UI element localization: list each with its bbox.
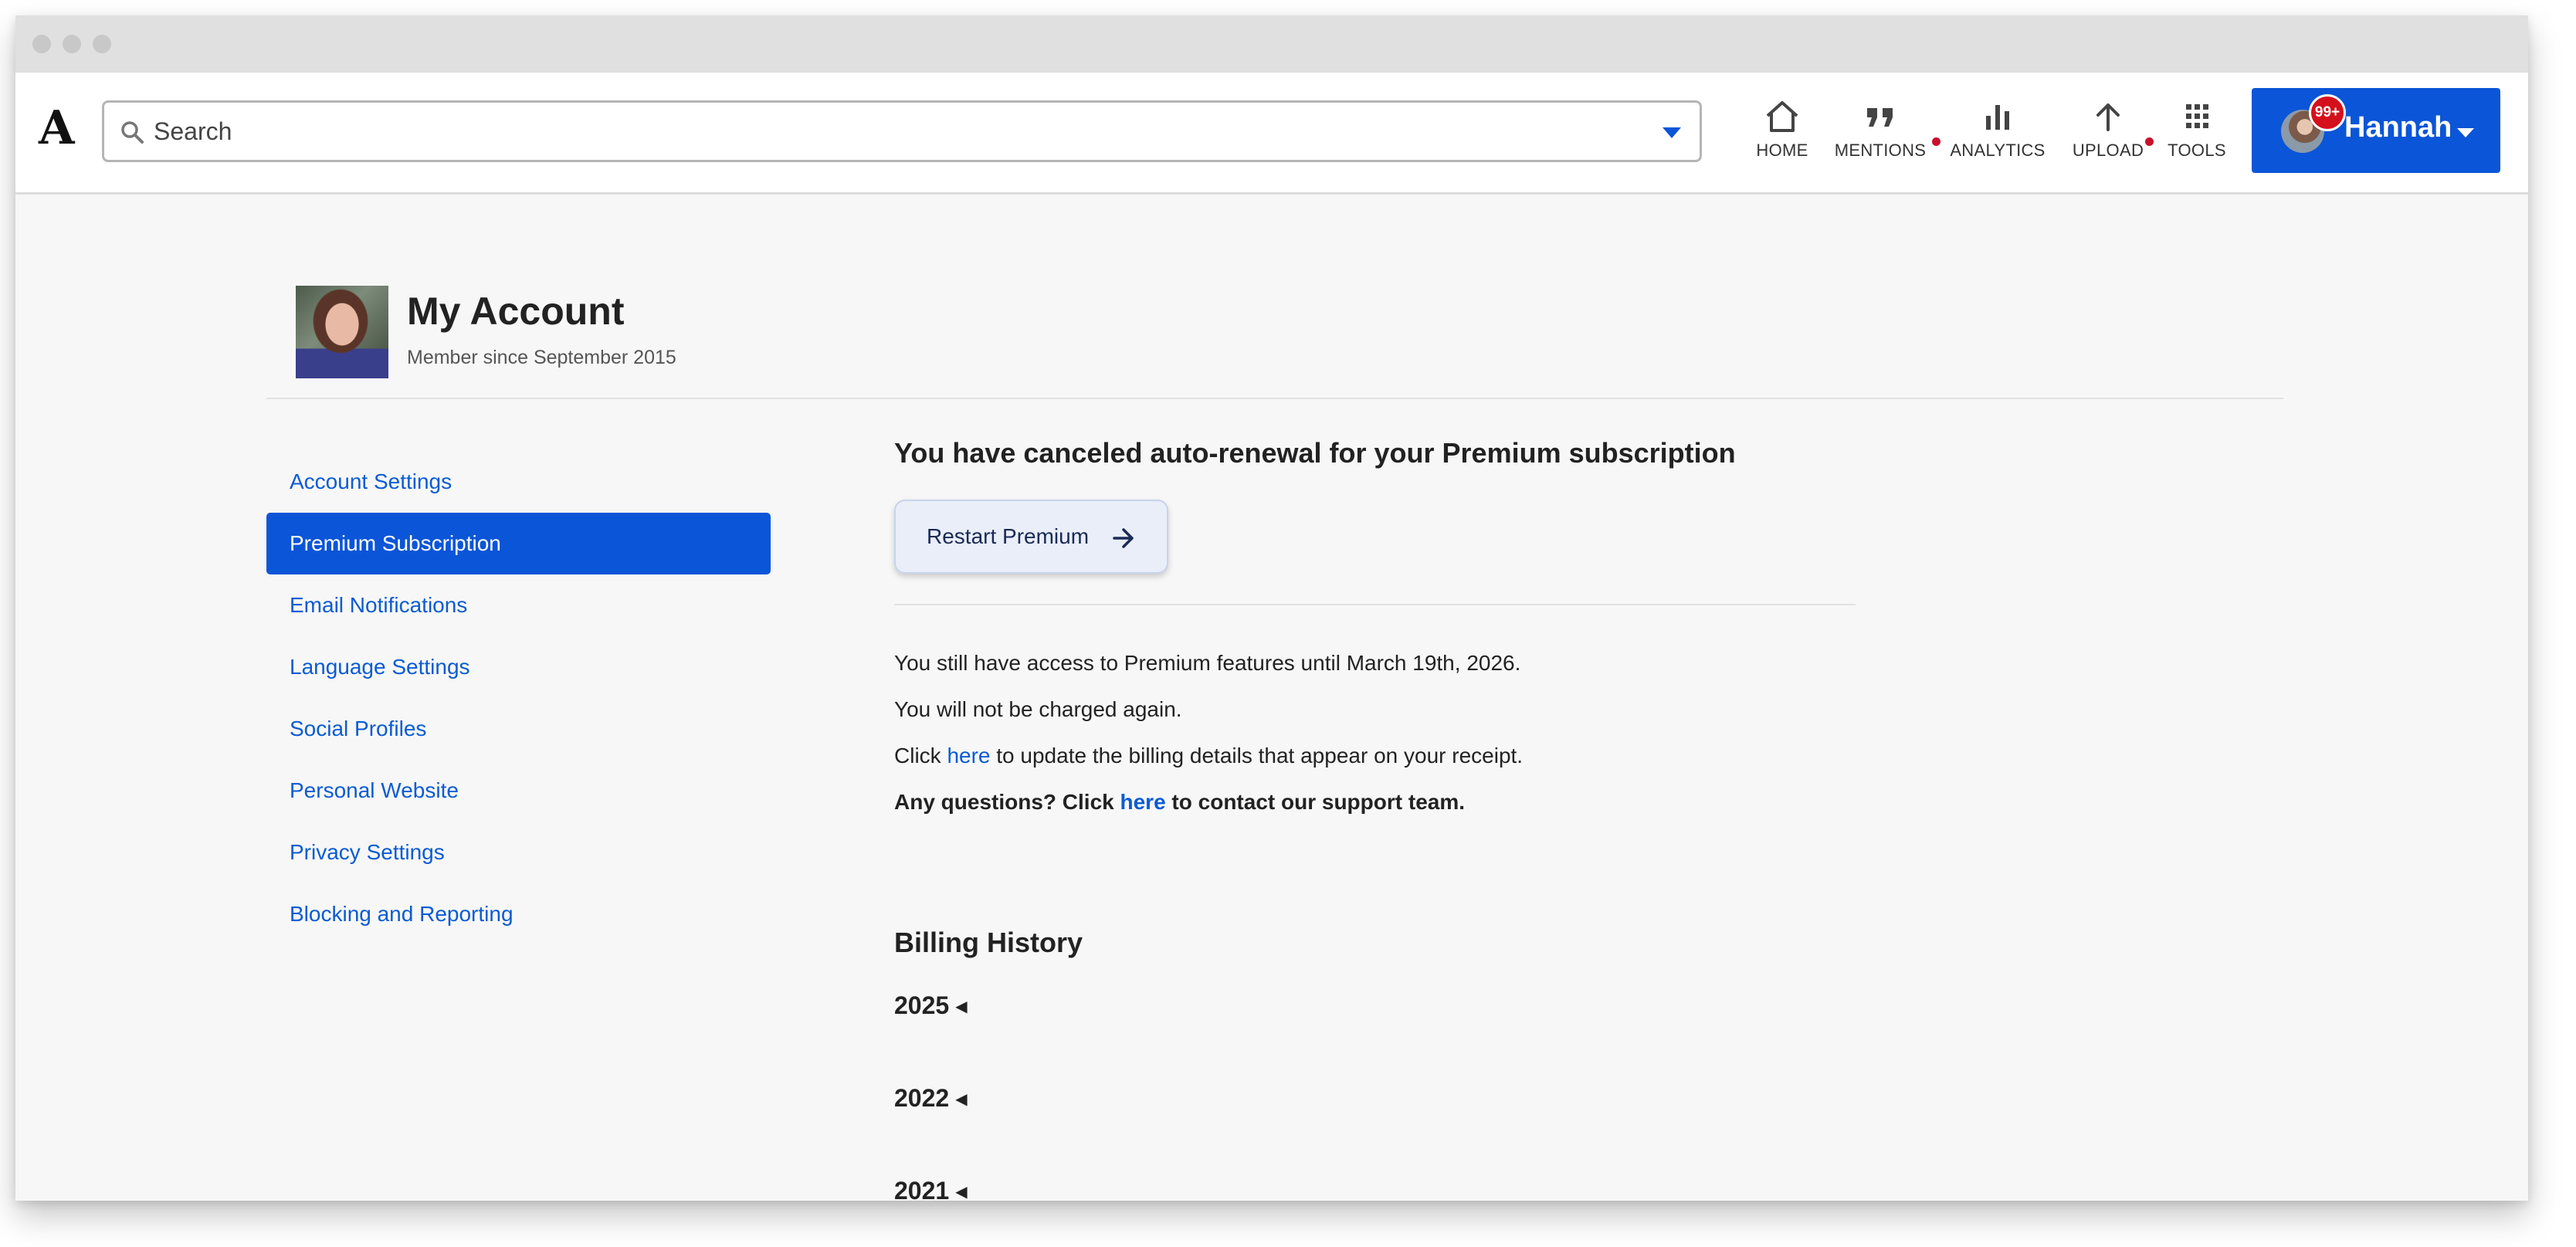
billing-year-label: 2021 xyxy=(894,1177,950,1201)
upload-notification-dot xyxy=(2145,137,2154,146)
member-since-text: Member since September 2015 xyxy=(407,347,676,368)
nav-tools-label: TOOLS xyxy=(2168,141,2226,160)
chevron-down-icon xyxy=(2457,128,2474,137)
nav-analytics[interactable]: ANALYTICS xyxy=(1940,99,2055,170)
expand-toggle-icon: ◀ xyxy=(955,1184,968,1201)
support-line: Any questions? Click here to contact our… xyxy=(894,790,1465,815)
user-name: Hannah xyxy=(2344,111,2452,144)
restart-premium-button[interactable]: Restart Premium xyxy=(894,500,1168,574)
billing-history-title: Billing History xyxy=(894,927,1083,958)
user-menu-button[interactable]: 99+ Hannah xyxy=(2252,88,2500,173)
support-line-prefix: Any questions? Click xyxy=(894,790,1120,814)
billing-details-line: Click here to update the billing details… xyxy=(894,744,1523,768)
window-maximize-dot[interactable] xyxy=(93,35,111,53)
billing-year-label: 2022 xyxy=(894,1084,950,1112)
arrow-up-icon xyxy=(2096,103,2120,131)
profile-photo xyxy=(296,286,388,378)
restart-premium-label: Restart Premium xyxy=(927,524,1090,548)
page-title: My Account xyxy=(407,290,625,333)
browser-window: A HOME MENTIONS xyxy=(15,15,2528,1201)
cancellation-heading: You have canceled auto-renewal for your … xyxy=(894,437,1736,469)
divider xyxy=(894,604,1856,605)
arrow-right-icon xyxy=(1113,528,1134,548)
expand-toggle-icon: ◀ xyxy=(955,1091,968,1108)
sidebar-item-personal-website[interactable]: Personal Website xyxy=(266,760,771,822)
home-icon xyxy=(1766,101,1798,132)
billing-details-link[interactable]: here xyxy=(947,744,990,768)
sidebar-item-blocking-and-reporting[interactable]: Blocking and Reporting xyxy=(266,883,771,945)
top-header: A HOME MENTIONS xyxy=(15,73,2528,195)
bar-chart-icon xyxy=(1986,105,2009,130)
sidebar-item-social-profiles[interactable]: Social Profiles xyxy=(266,698,771,760)
sidebar-item-account-settings[interactable]: Account Settings xyxy=(266,451,771,513)
notification-badge: 99+ xyxy=(2309,94,2346,131)
window-minimize-dot[interactable] xyxy=(63,35,81,53)
billing-year-label: 2025 xyxy=(894,991,950,1019)
quote-icon xyxy=(1867,108,1893,127)
nav-home-label: HOME xyxy=(1756,141,1808,160)
nav-home[interactable]: HOME xyxy=(1739,99,1825,170)
billing-year-2021[interactable]: 2021 ◀ xyxy=(894,1177,968,1201)
sidebar-item-email-notifications[interactable]: Email Notifications xyxy=(266,574,771,636)
sidebar-item-premium-subscription[interactable]: Premium Subscription xyxy=(266,513,771,574)
support-line-suffix: to contact our support team. xyxy=(1165,790,1466,814)
nav-upload[interactable]: UPLOAD xyxy=(2065,99,2154,170)
window-titlebar xyxy=(15,15,2528,73)
nav-analytics-label: ANALYTICS xyxy=(1950,141,2046,160)
support-link[interactable]: here xyxy=(1120,790,1166,814)
sidebar-item-privacy-settings[interactable]: Privacy Settings xyxy=(266,822,771,883)
nav-upload-label: UPLOAD xyxy=(2072,141,2144,160)
grid-icon xyxy=(2186,104,2208,128)
window-close-dot[interactable] xyxy=(32,35,51,53)
expand-toggle-icon: ◀ xyxy=(955,998,968,1015)
billing-line-suffix: to update the billing details that appea… xyxy=(990,744,1524,768)
sidebar-item-language-settings[interactable]: Language Settings xyxy=(266,636,771,698)
divider xyxy=(266,398,2283,399)
billing-line-prefix: Click xyxy=(894,744,947,768)
billing-year-2025[interactable]: 2025 ◀ xyxy=(894,991,968,1020)
nav-mentions[interactable]: MENTIONS xyxy=(1815,99,1946,170)
no-charge-text: You will not be charged again. xyxy=(894,697,1182,721)
billing-year-2022[interactable]: 2022 ◀ xyxy=(894,1084,968,1113)
nav-mentions-label: MENTIONS xyxy=(1834,141,1927,160)
search-input[interactable] xyxy=(154,109,1621,154)
search-icon xyxy=(121,121,144,144)
mentions-notification-dot xyxy=(1932,137,1940,146)
chevron-down-icon[interactable] xyxy=(1661,126,1683,140)
search-bar[interactable] xyxy=(102,100,1702,162)
site-logo[interactable]: A xyxy=(39,105,75,151)
nav-tools[interactable]: TOOLS xyxy=(2154,99,2239,170)
access-until-text: You still have access to Premium feature… xyxy=(894,651,1521,675)
